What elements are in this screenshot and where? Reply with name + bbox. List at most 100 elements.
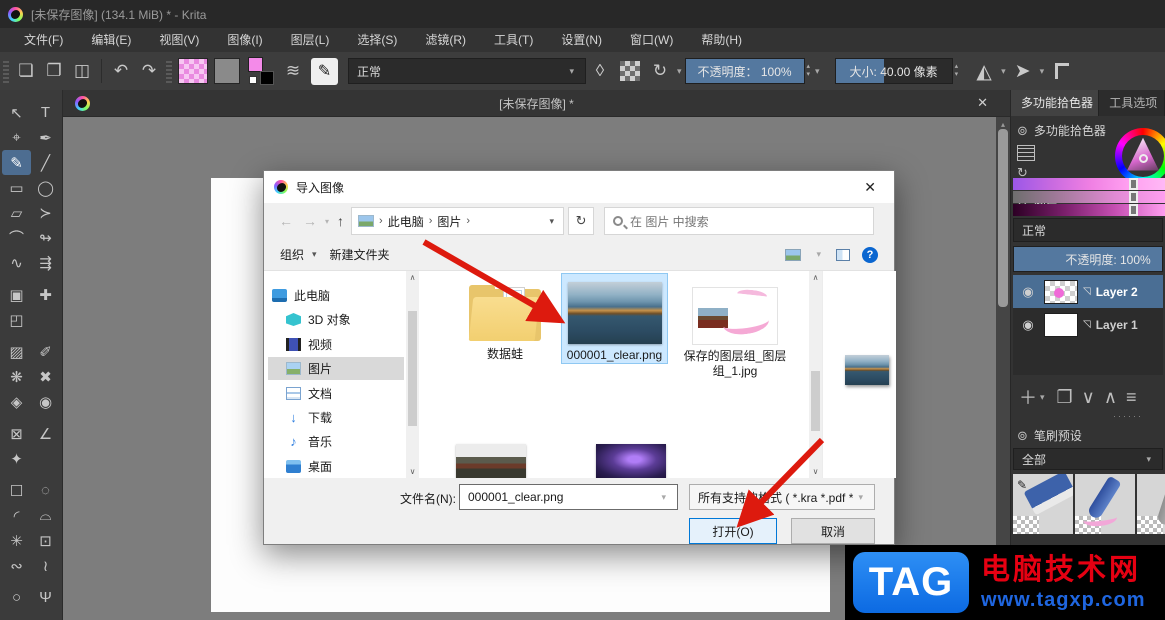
close-icon[interactable]: ✕ [977,95,988,111]
history-chevron-icon[interactable]: ▾ [325,217,329,226]
layer-opacity-slider[interactable]: 不透明度: 100% [1013,246,1163,272]
brush-preset-pen[interactable] [1075,474,1135,534]
scroll-down-icon[interactable]: ∨ [406,467,419,476]
layer-visibility-eye-icon[interactable]: ◉ [1017,284,1039,300]
save-icon[interactable]: ◫ [68,57,96,85]
tool-smart-patch[interactable]: ✖ [31,364,60,389]
layer-thumbnail[interactable] [1044,279,1078,304]
tool-polyline[interactable]: ≻ [31,200,60,225]
tool-edit-shapes[interactable]: ⌖ [2,125,31,150]
menu-item[interactable]: 编辑(E) [77,28,145,52]
open-image-icon[interactable]: ❐ [40,57,68,85]
refresh-button[interactable]: ↻ [568,207,595,235]
filelist-scrollbar[interactable]: ∧ ∨ [809,271,822,478]
layer-row[interactable]: ◉ ◹ Layer 2 [1013,275,1163,308]
eraser-mode-icon[interactable]: ◊ [586,57,614,85]
chevron-down-icon[interactable]: ▾ [1001,66,1006,77]
menu-item[interactable]: 图像(I) [213,28,276,52]
file-item-folder[interactable]: 数据蛙 [449,279,561,362]
pattern-swatch[interactable] [214,58,240,84]
layer-visibility-eye-icon[interactable]: ◉ [1017,317,1039,333]
lock-icon[interactable]: ⊚ [1017,123,1028,139]
sidebar-item-pictures[interactable]: 图片 [268,357,404,380]
tool-bezier-select[interactable]: ≀ [31,553,60,578]
lock-icon[interactable]: ⊚ [1017,428,1028,444]
foreground-color[interactable] [248,57,263,72]
scrollbar-thumb[interactable] [408,311,417,426]
tool-calligraphy[interactable]: ✒ [31,125,60,150]
preserve-alpha-icon[interactable] [620,61,640,81]
menu-item[interactable]: 滤镜(R) [411,28,480,52]
color-knob[interactable] [1139,154,1148,163]
tool-pan[interactable]: Ψ [31,585,60,610]
open-button[interactable]: 打开(O) [689,518,777,544]
file-item-image[interactable]: 保存的图层组_图层组_1.jpg [683,279,787,379]
preview-pane-icon[interactable] [836,248,850,261]
breadcrumb-this-pc[interactable]: 此电脑 [388,213,424,230]
choose-brush-preset-icon[interactable]: ≋ [279,57,307,85]
tool-move[interactable]: ✚ [31,282,60,307]
alpha-inherit-icon[interactable]: ◹ [1083,286,1091,297]
tool-color-sampler[interactable]: ✐ [31,339,60,364]
add-layer-button[interactable]: ＋ [1019,384,1037,410]
sidebar-item-computer[interactable]: 此电脑 [268,284,404,307]
value-slider[interactable] [1013,204,1165,216]
change-view-icon[interactable] [785,248,802,261]
scroll-up-icon[interactable]: ∧ [406,273,419,282]
layer-thumbnail[interactable] [1044,312,1078,337]
forward-icon[interactable]: → [303,213,317,229]
tab-advanced-color-selector[interactable]: 多功能拾色器 [1011,90,1100,116]
document-tab-title[interactable]: [未保存图像] * [63,95,1010,112]
tool-select-shapes[interactable]: ↖ [2,100,31,125]
file-thumbnail-partial[interactable] [596,444,666,478]
alpha-inherit-icon[interactable]: ◹ [1083,319,1091,330]
tool-freehand-select[interactable]: ◜ [2,503,31,528]
toolbar-grip[interactable] [166,59,172,83]
slider-knob[interactable] [1129,178,1138,190]
move-layer-up-button[interactable]: ∧ [1104,387,1117,408]
help-icon[interactable]: ? [862,246,878,263]
toolbar-grip[interactable] [3,59,9,83]
filetype-combobox[interactable]: 所有支持的格式 ( *.kra *.pdf * ▾ [689,484,875,510]
tool-freehand-path[interactable]: ↬ [31,225,60,250]
move-layer-down-button[interactable]: ∨ [1082,387,1095,408]
layer-name[interactable]: Layer 2 [1096,285,1138,299]
file-thumbnail-partial[interactable] [456,444,526,478]
tool-gradient[interactable]: ▨ [2,339,31,364]
docker-resize-handle[interactable]: ······ [1011,411,1165,421]
layer-blending-mode-dropdown[interactable]: 正常 [1013,218,1163,242]
filename-combobox[interactable]: 000001_clear.png ▾ [459,484,678,510]
tool-polygon[interactable]: ▱ [2,200,31,225]
scroll-down-icon[interactable]: ∨ [809,467,822,476]
opacity-slider[interactable]: 不透明度： 100% [684,58,805,84]
file-item-image[interactable]: 000001_clear.png [561,273,668,364]
tool-text[interactable]: T [31,100,60,125]
sidebar-scrollbar[interactable]: ∧ ∨ [406,271,419,478]
hue-slider[interactable] [1013,178,1165,190]
search-box[interactable]: 在 图片 中搜索 [604,207,875,235]
back-icon[interactable]: ← [279,213,293,229]
gradient-swatch[interactable] [178,58,208,84]
tool-rect-select[interactable]: ☐ [2,478,31,503]
blending-mode-dropdown[interactable]: 正常 ▾ [348,58,586,84]
tool-fill[interactable]: ◈ [2,389,31,414]
sidebar-item-video[interactable]: 视频 [268,333,404,356]
slider-knob[interactable] [1129,191,1138,203]
sidebar-item-docs[interactable]: 文档 [268,382,404,405]
reload-preset-icon[interactable]: ↻ [646,57,674,85]
tool-crop[interactable]: ◰ [2,307,31,332]
tool-multibrush[interactable]: ⇶ [31,250,60,275]
menu-item[interactable]: 窗口(W) [616,28,687,52]
chevron-down-icon[interactable]: ▾ [815,66,820,77]
tool-colorize-mask[interactable]: ❋ [2,364,31,389]
brush-preset-marker[interactable] [1137,474,1165,534]
selector-settings-icon[interactable] [1017,145,1035,161]
breadcrumb[interactable]: › 此电脑 › 图片 › ▾ [351,207,565,235]
flow-icon[interactable]: ➤ [1009,57,1037,85]
scroll-up-icon[interactable]: ▴ [996,117,1010,129]
chevron-down-icon[interactable]: ▾ [816,249,821,260]
brush-preset-eraser[interactable]: ✎ [1013,474,1073,534]
menu-item[interactable]: 选择(S) [343,28,411,52]
menu-item[interactable]: 设置(N) [547,28,616,52]
tool-ellipse-select[interactable]: ◌ [31,478,60,503]
